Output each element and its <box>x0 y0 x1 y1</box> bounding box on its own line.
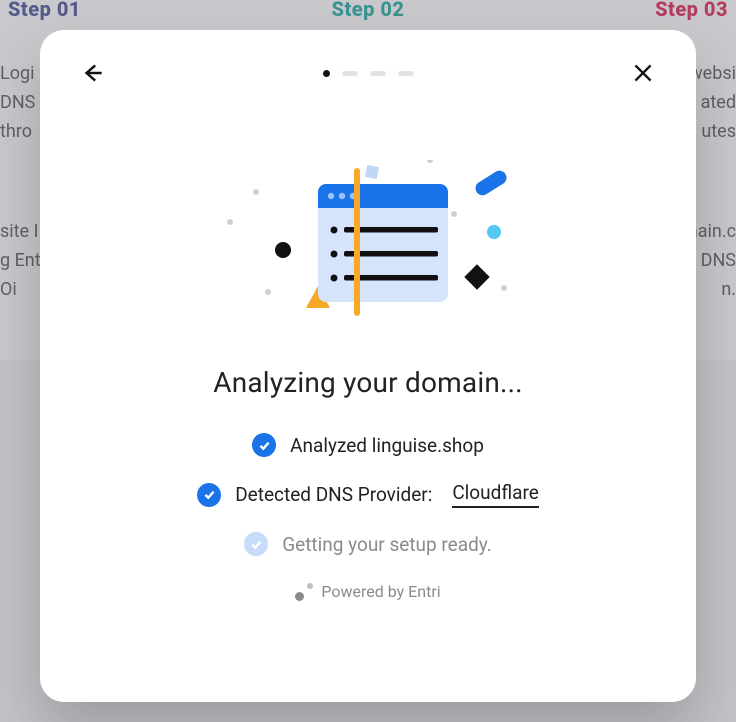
analysis-steps: Analyzed linguise.shop Detected DNS Prov… <box>80 433 656 556</box>
progress-dot-4 <box>398 71 414 76</box>
check-icon <box>197 483 221 507</box>
close-icon[interactable] <box>630 60 656 86</box>
progress-dot-2 <box>342 71 358 76</box>
progress-dots <box>323 70 414 77</box>
modal-footer: Powered by Entri <box>295 582 440 601</box>
progress-dot-3 <box>370 71 386 76</box>
step-setup-label: Getting your setup ready. <box>282 533 492 556</box>
step-analyzed-label: Analyzed linguise.shop <box>290 434 484 457</box>
footer-text: Powered by Entri <box>321 582 440 601</box>
modal-title: Analyzing your domain... <box>213 366 523 399</box>
entri-logo-icon <box>295 583 313 601</box>
back-icon[interactable] <box>80 60 106 86</box>
step-analyzed: Analyzed linguise.shop <box>252 433 484 457</box>
dns-provider-value: Cloudflare <box>452 481 538 508</box>
step-setup-ready: Getting your setup ready. <box>244 532 492 556</box>
modal: Analyzing your domain... Analyzed lingui… <box>40 30 696 702</box>
progress-dot-1 <box>323 70 330 77</box>
check-icon <box>244 532 268 556</box>
analyzing-illustration <box>168 160 568 330</box>
step-dns-provider: Detected DNS Provider: Cloudflare <box>197 481 539 508</box>
check-icon <box>252 433 276 457</box>
step-dns-label: Detected DNS Provider: <box>235 483 432 506</box>
